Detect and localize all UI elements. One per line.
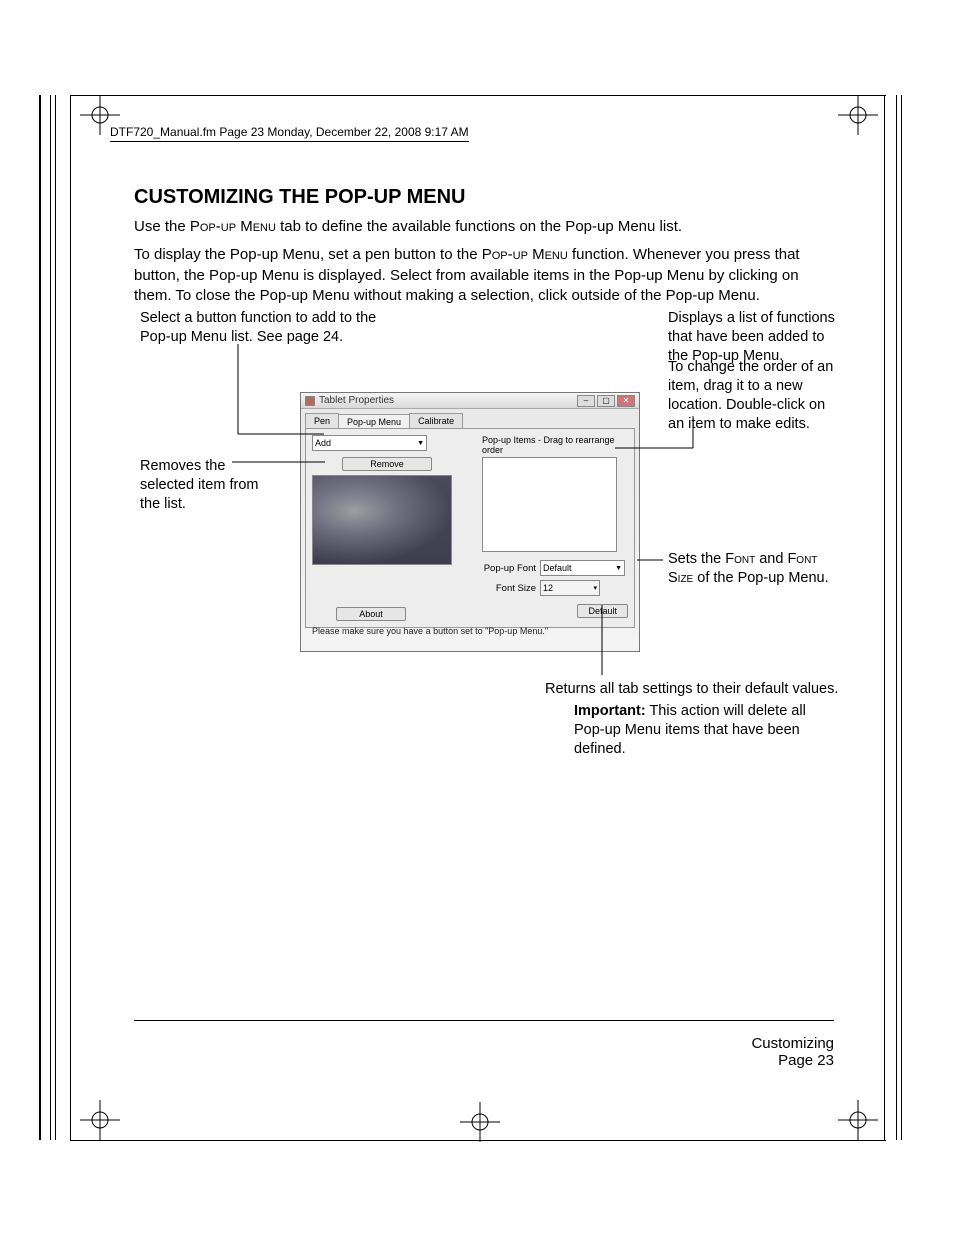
crop-rail — [896, 95, 902, 1140]
registration-mark-icon — [838, 95, 878, 135]
text: 12 — [543, 583, 553, 593]
popup-items-label: Pop-up Items - Drag to rearrange order — [482, 435, 628, 455]
running-header: DTF720_Manual.fm Page 23 Monday, Decembe… — [110, 125, 469, 142]
page-footer: Customizing Page 23 — [751, 1035, 834, 1069]
text: and — [755, 551, 787, 567]
text: Add — [315, 438, 331, 448]
text: To display the Pop-up Menu, set a pen bu… — [134, 246, 482, 263]
text: Default — [543, 563, 572, 573]
callout-important: Important: This action will delete all P… — [574, 702, 839, 759]
window-titlebar[interactable]: Tablet Properties – ▢ ✕ — [301, 393, 639, 409]
font-select[interactable]: Default ▼ — [540, 560, 625, 576]
footer-rule — [134, 1020, 834, 1021]
default-button[interactable]: Default — [577, 604, 628, 618]
intro-paragraph-2: To display the Pop-up Menu, set a pen bu… — [134, 245, 834, 306]
about-button[interactable]: About — [336, 607, 406, 621]
popup-hint: Please make sure you have a button set t… — [312, 626, 628, 636]
font-size-label: Font Size — [482, 583, 540, 594]
popup-items-list[interactable] — [482, 457, 617, 552]
text: Pop-up Menu — [482, 246, 568, 263]
text: of the Pop-up Menu. — [693, 570, 828, 586]
chevron-down-icon: ▾ — [593, 584, 597, 592]
minimize-button[interactable]: – — [577, 395, 595, 407]
crop-rail — [884, 95, 885, 1140]
registration-mark-icon — [838, 1100, 878, 1140]
footer-page-number: Page 23 — [751, 1052, 834, 1069]
tab-panel: Add ▼ Remove Pop-up Items - Drag to rear… — [305, 428, 635, 628]
maximize-button[interactable]: ▢ — [597, 395, 615, 407]
close-button[interactable]: ✕ — [617, 395, 635, 407]
crop-rail — [70, 1140, 886, 1141]
text: Pop-up Menu — [190, 218, 276, 235]
crop-rail — [70, 95, 886, 96]
callout-default-returns: Returns all tab settings to their defaul… — [545, 680, 845, 699]
chevron-down-icon: ▼ — [615, 565, 622, 572]
window-icon — [305, 396, 315, 406]
text: Font — [725, 551, 755, 567]
registration-mark-icon — [80, 1100, 120, 1140]
callout-remove: Removes the selected item from the list. — [140, 457, 260, 514]
text: Use the — [134, 218, 190, 235]
preview-image — [312, 475, 452, 565]
crop-rail — [50, 95, 56, 1140]
callout-add-function: Select a button function to add to the P… — [140, 309, 400, 347]
callout-font: Sets the Font and Font Size of the Pop-u… — [668, 550, 838, 588]
font-label: Pop-up Font — [482, 563, 540, 574]
font-size-select[interactable]: 12 ▾ — [540, 580, 600, 596]
intro-paragraph-1: Use the Pop-up Menu tab to define the av… — [134, 217, 834, 237]
registration-mark-icon — [80, 95, 120, 135]
tablet-properties-window: Tablet Properties – ▢ ✕ Pen Pop-up Menu … — [300, 392, 640, 652]
registration-mark-icon — [460, 1102, 500, 1142]
tabs: Pen Pop-up Menu Calibrate — [301, 409, 639, 428]
chevron-down-icon: ▼ — [417, 440, 424, 447]
crop-rail — [39, 95, 41, 1140]
text: Important: — [574, 703, 646, 719]
tab-pen[interactable]: Pen — [305, 413, 339, 428]
text: Sets the — [668, 551, 725, 567]
add-function-select[interactable]: Add ▼ — [312, 435, 427, 451]
remove-button[interactable]: Remove — [342, 457, 432, 471]
page-heading: CUSTOMIZING THE POP-UP MENU — [134, 186, 834, 209]
crop-rail — [70, 95, 71, 1140]
window-title: Tablet Properties — [319, 395, 394, 406]
footer-section: Customizing — [751, 1035, 834, 1052]
callout-reorder: To change the order of an item, drag it … — [668, 358, 838, 433]
text: tab to define the available functions on… — [276, 218, 682, 235]
tab-popup-menu[interactable]: Pop-up Menu — [338, 414, 410, 429]
tab-calibrate[interactable]: Calibrate — [409, 413, 463, 428]
